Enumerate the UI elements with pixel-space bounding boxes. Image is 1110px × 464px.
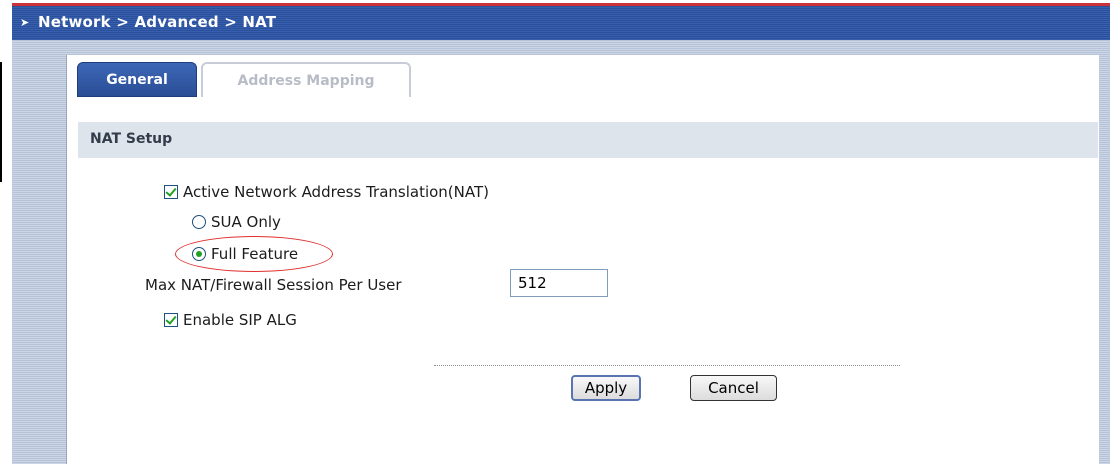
sip-alg-row: Enable SIP ALG [164, 311, 297, 329]
sua-only-label: SUA Only [211, 213, 281, 231]
page-title: Network > Advanced > NAT [38, 13, 277, 31]
cancel-button[interactable]: Cancel [690, 375, 777, 401]
sua-only-row: SUA Only [192, 213, 281, 231]
title-bar: ➤ Network > Advanced > NAT [12, 3, 1110, 40]
active-nat-label: Active Network Address Translation(NAT) [183, 183, 489, 201]
max-session-label: Max NAT/Firewall Session Per User [145, 276, 402, 294]
page-frame: ➤ Network > Advanced > NAT General Addre… [0, 0, 1110, 464]
annotation-ellipse [175, 236, 333, 272]
max-session-input[interactable] [510, 269, 608, 297]
enable-sip-alg-checkbox[interactable] [164, 313, 178, 327]
active-nat-row: Active Network Address Translation(NAT) [164, 183, 489, 201]
breadcrumb-arrow-icon: ➤ [20, 16, 30, 29]
max-session-row: Max NAT/Firewall Session Per User [145, 276, 402, 294]
section-title: NAT Setup [90, 131, 173, 147]
tab-bar: General Address Mapping [77, 62, 1097, 97]
apply-button[interactable]: Apply [571, 375, 641, 401]
sua-only-radio[interactable] [192, 215, 206, 229]
divider [434, 365, 900, 366]
tab-address-mapping[interactable]: Address Mapping [201, 62, 411, 97]
left-edge [0, 40, 12, 464]
section-header: NAT Setup [78, 122, 1098, 158]
tab-general[interactable]: General [77, 62, 197, 97]
active-nat-checkbox[interactable] [164, 185, 178, 199]
enable-sip-alg-label: Enable SIP ALG [183, 311, 297, 329]
